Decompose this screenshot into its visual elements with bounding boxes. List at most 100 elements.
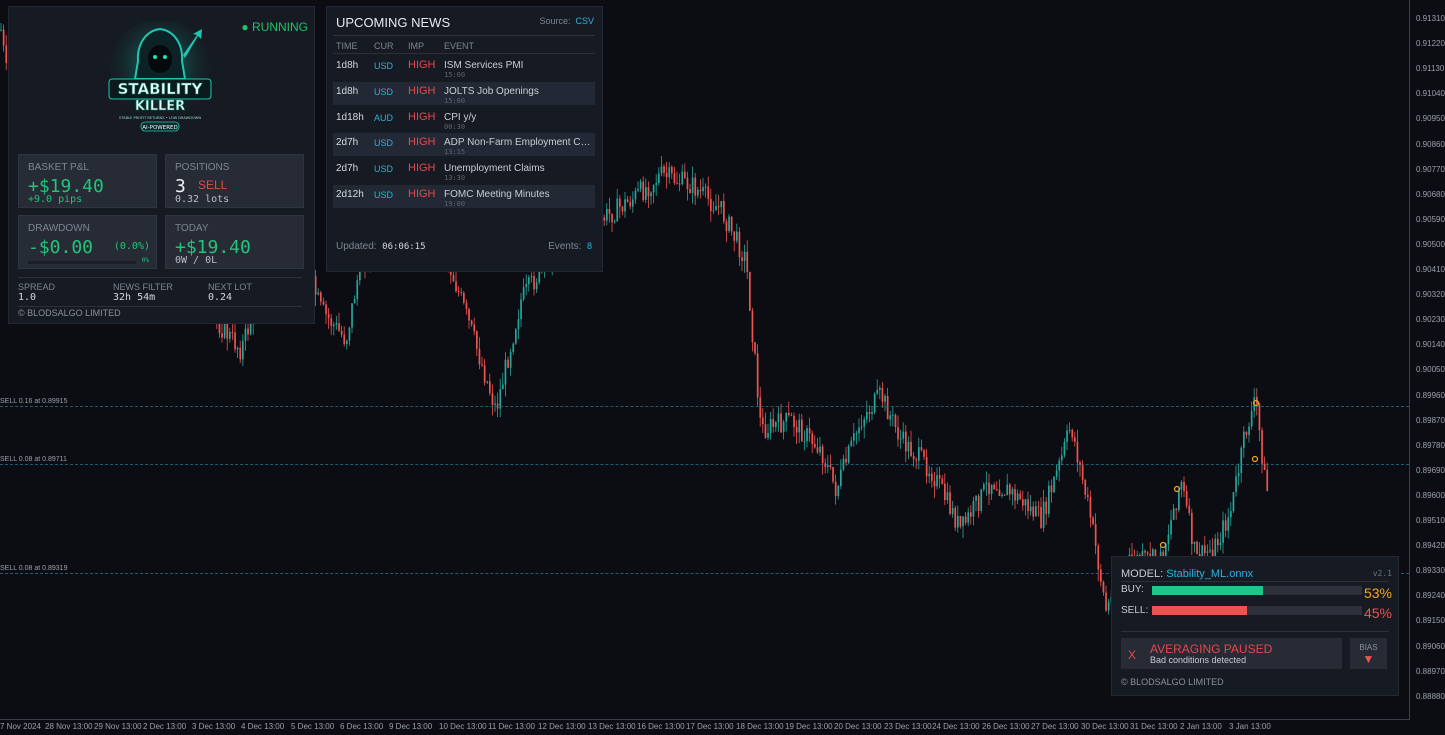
time-tick-label: 24 Dec 13:00 — [932, 722, 980, 731]
price-tick-label: 0.90320 — [1416, 290, 1445, 300]
candle-body — [1235, 476, 1237, 493]
candle-body — [1191, 512, 1193, 544]
candle-body — [1170, 519, 1172, 535]
candle-body — [881, 387, 884, 402]
candle-body — [494, 403, 496, 405]
news-currency: USD — [374, 61, 394, 71]
candle-body — [892, 414, 894, 416]
candle-body — [998, 489, 1001, 496]
candle-body — [795, 426, 798, 433]
candle-body — [936, 475, 938, 487]
candle-body — [621, 206, 624, 212]
trade-marker[interactable] — [1251, 455, 1259, 463]
news-event: ADP Non-Farm Employment Ch... — [444, 137, 594, 149]
time-tick-label: 20 Dec 13:00 — [834, 722, 882, 731]
sell-pct: 45% — [1363, 605, 1392, 621]
candle-body — [782, 421, 785, 433]
price-tick-label: 0.90770 — [1416, 164, 1445, 174]
candle-body — [1167, 534, 1170, 544]
candle-body — [327, 314, 330, 319]
candle-body — [949, 492, 951, 514]
candle-body — [762, 417, 764, 425]
news-header-time: TIME — [336, 41, 358, 51]
candle-body — [803, 441, 806, 443]
candle-body — [720, 201, 723, 208]
candle-body — [455, 281, 457, 292]
candle-body — [754, 342, 756, 354]
candle-body — [1146, 552, 1149, 555]
candle-body — [707, 186, 710, 199]
news-header-event: EVENT — [444, 41, 475, 51]
news-time: 1d18h — [336, 111, 364, 123]
time-tick-label: 7 Nov 2024 — [0, 722, 41, 731]
candle-body — [1250, 410, 1253, 427]
candle-body — [954, 507, 957, 528]
candle-body — [785, 412, 788, 422]
candle-body — [918, 447, 920, 461]
candle-body — [655, 182, 658, 185]
model-name: Stability_ML.onnx — [1166, 568, 1254, 580]
order-line-1[interactable] — [0, 406, 1409, 407]
candle-body — [528, 277, 530, 285]
candle-body — [793, 415, 795, 427]
copyright: © BLODSALGO LIMITED — [18, 308, 121, 318]
price-tick-label: 0.90140 — [1416, 340, 1445, 350]
news-row[interactable]: 1d8h USD HIGH ISM Services PMI 15:00 — [333, 56, 595, 79]
candle-body — [478, 348, 481, 365]
candle-body — [931, 473, 933, 481]
sell-label: SELL: — [1121, 605, 1149, 616]
time-tick-label: 17 Dec 13:00 — [686, 722, 734, 731]
candle-body — [473, 324, 476, 332]
candle-body — [967, 512, 970, 523]
candle-body — [736, 231, 738, 241]
time-tick-label: 30 Dec 13:00 — [1081, 722, 1129, 731]
news-row[interactable]: 2d12h USD HIGH FOMC Meeting Minutes 19:00 — [333, 185, 595, 208]
candle-body — [481, 364, 483, 366]
candle-body — [507, 359, 509, 368]
news-impact: HIGH — [408, 162, 436, 175]
candle-body — [671, 166, 673, 174]
trade-marker[interactable] — [1159, 541, 1167, 549]
stability-killer-logo: STABILITY KILLER STABLE PROFIT RETURNS •… — [108, 21, 212, 132]
candle-body — [704, 186, 707, 188]
news-row[interactable]: 2d7h USD HIGH ADP Non-Farm Employment Ch...… — [333, 133, 595, 157]
divider — [18, 277, 302, 278]
news-impact: HIGH — [408, 136, 436, 149]
candle-body — [951, 507, 954, 514]
candle-body — [925, 456, 928, 477]
candle-body — [873, 393, 876, 413]
candle-body — [322, 301, 325, 305]
candle-body — [889, 415, 892, 420]
time-tick-label: 12 Dec 13:00 — [538, 722, 586, 731]
candle-body — [231, 332, 234, 334]
candle-body — [871, 412, 873, 414]
news-row[interactable]: 1d18h AUD HIGH CPI y/y 00:30 — [333, 108, 595, 131]
news-time: 1d8h — [336, 60, 359, 71]
candle-body — [624, 199, 626, 212]
candle-body — [819, 446, 821, 453]
price-tick-label: 0.89780 — [1416, 440, 1445, 450]
candle-body — [338, 323, 340, 331]
candle-body — [5, 45, 8, 63]
candle-body — [884, 395, 886, 402]
price-tick-label: 0.89870 — [1416, 415, 1445, 425]
candle-body — [645, 187, 647, 200]
news-impact: HIGH — [408, 110, 436, 123]
candle-body — [777, 413, 780, 423]
candle-body — [476, 331, 478, 349]
candle-body — [944, 483, 946, 501]
order-line-2[interactable] — [0, 464, 1409, 465]
price-axis[interactable] — [1409, 0, 1445, 720]
news-event: CPI y/y — [444, 111, 477, 123]
candle-body — [741, 257, 743, 261]
candle-body — [486, 381, 489, 383]
news-row[interactable]: 2d7h USD HIGH Unemployment Claims 13:30 — [333, 159, 595, 182]
model-copyright: © BLODSALGO LIMITED — [1121, 677, 1224, 687]
candle-body — [468, 308, 470, 321]
candle-body — [1063, 442, 1066, 456]
candle-body — [249, 323, 252, 335]
candle-body — [1076, 441, 1079, 463]
news-row[interactable]: 1d8h USD HIGH JOLTS Job Openings 15:00 — [333, 81, 595, 105]
price-tick-label: 0.89330 — [1416, 566, 1445, 576]
candle-body — [928, 473, 931, 477]
